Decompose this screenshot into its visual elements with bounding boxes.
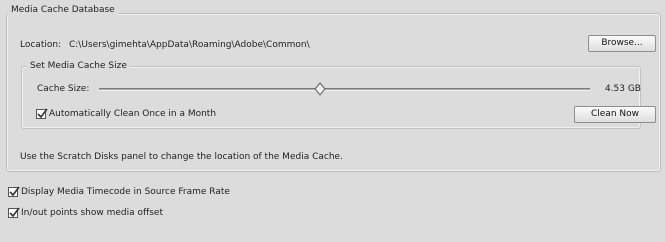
inout-label: In/out points show media offset [21,208,163,218]
location-row: Location: C:\Users\gimehta\AppData\Roami… [20,40,310,50]
cache-size-slider-track[interactable] [99,88,590,91]
cache-size-slider-thumb[interactable] [314,82,326,96]
timecode-label: Display Media Timecode in Source Frame R… [21,187,230,197]
auto-clean-checkbox[interactable] [36,108,48,119]
clean-now-button[interactable]: Clean Now [574,106,656,123]
location-path: C:\Users\gimehta\AppData\Roaming\Adobe\C… [68,40,310,50]
auto-clean-checkbox-row[interactable]: Automatically Clean Once in a Month [36,108,217,119]
cache-size-value: 4.53 GB [604,84,641,94]
scratch-disks-hint: Use the Scratch Disks panel to change th… [20,152,343,162]
set-media-cache-size-group [21,66,641,129]
inout-checkbox[interactable] [8,207,20,218]
cache-size-label: Cache Size: [37,84,90,94]
timecode-checkbox-row[interactable]: Display Media Timecode in Source Frame R… [8,186,230,197]
browse-button[interactable]: Browse... [588,35,656,52]
auto-clean-label: Automatically Clean Once in a Month [49,109,217,119]
checkmark-icon [9,186,20,197]
inout-checkbox-row[interactable]: In/out points show media offset [8,207,163,218]
media-cache-database-legend: Media Cache Database [8,5,118,15]
location-label: Location: [20,40,62,50]
timecode-checkbox[interactable] [8,186,20,197]
set-media-cache-size-legend: Set Media Cache Size [27,61,130,71]
checkmark-icon [9,207,20,218]
checkmark-icon [37,108,48,119]
